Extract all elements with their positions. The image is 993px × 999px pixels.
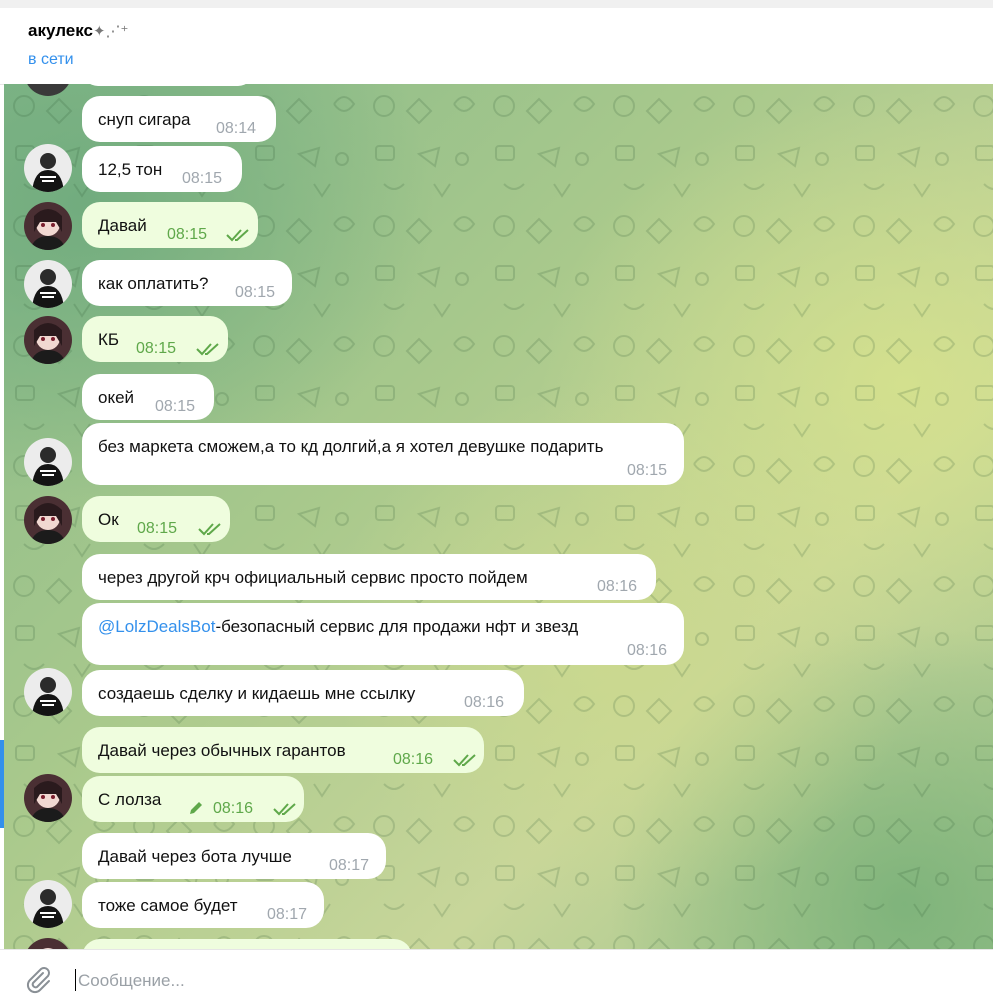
message-text: Ок bbox=[98, 510, 119, 529]
message-text: через другой крч официальный сервис прос… bbox=[98, 568, 528, 587]
outgoing-message[interactable]: Давай 08:15 bbox=[82, 202, 258, 248]
avatar[interactable] bbox=[24, 144, 72, 192]
incoming-message[interactable]: Давай через бота лучше 08:17 bbox=[82, 833, 386, 879]
message-time: 08:14 bbox=[216, 120, 257, 137]
avatar[interactable] bbox=[24, 316, 72, 364]
message-time: 08:15 bbox=[136, 340, 177, 357]
incoming-message[interactable]: @LolzDealsBot-безопасный сервис для прод… bbox=[82, 603, 684, 665]
avatar[interactable] bbox=[24, 774, 72, 822]
incoming-message[interactable]: тоже самое будет 08:17 bbox=[82, 882, 324, 928]
double-check-icon bbox=[453, 754, 476, 767]
message-text: С лолза bbox=[98, 790, 162, 809]
clipped-message-bubble bbox=[82, 939, 412, 949]
incoming-message[interactable]: снуп сигара 08:14 bbox=[82, 96, 276, 142]
message-text: @LolzDealsBot-безопасный сервис для прод… bbox=[98, 616, 578, 638]
clipped-message-bubble bbox=[82, 84, 254, 86]
message-text: Давай через бота лучше bbox=[98, 847, 292, 866]
message-time: 08:15 bbox=[167, 226, 208, 243]
left-edge-accent bbox=[0, 740, 4, 828]
message-text: без маркета сможем,а то кд долгий,а я хо… bbox=[98, 437, 604, 456]
message-time: 08:16 bbox=[627, 642, 668, 659]
message-text: Давай через обычных гарантов bbox=[98, 741, 346, 760]
incoming-message[interactable]: окей 08:15 bbox=[82, 374, 214, 420]
avatar[interactable] bbox=[24, 202, 72, 250]
double-check-icon bbox=[226, 229, 249, 242]
message-text: как оплатить? bbox=[98, 274, 209, 293]
avatar[interactable] bbox=[24, 668, 72, 716]
outgoing-message[interactable]: КБ 08:15 bbox=[82, 316, 228, 362]
mention-link[interactable]: @LolzDealsBot bbox=[98, 617, 215, 636]
outgoing-message[interactable]: Ок 08:15 bbox=[82, 496, 230, 542]
chat-header[interactable]: акулекс✦⋰⁺ в сети bbox=[0, 8, 993, 85]
outgoing-message[interactable]: Давай через обычных гарантов 08:16 bbox=[82, 727, 484, 773]
window-top-strip bbox=[0, 0, 993, 8]
message-time: 08:16 bbox=[597, 578, 638, 595]
incoming-message[interactable]: создаешь сделку и кидаешь мне ссылку 08:… bbox=[82, 670, 524, 716]
message-text: тоже самое будет bbox=[98, 896, 238, 915]
avatar[interactable] bbox=[24, 496, 72, 544]
message-text: КБ bbox=[98, 330, 120, 349]
message-text: окей bbox=[98, 388, 135, 407]
message-time: 08:15 bbox=[137, 520, 178, 537]
message-text: снуп сигара bbox=[98, 110, 191, 129]
text-caret bbox=[75, 969, 76, 991]
online-status: в сети bbox=[28, 51, 74, 68]
double-check-icon bbox=[198, 523, 221, 536]
double-check-icon bbox=[196, 343, 219, 356]
message-list[interactable]: снуп сигара 08:14 12,5 тон 08:15 Давай 0… bbox=[4, 84, 993, 949]
composer-bar bbox=[0, 949, 993, 999]
avatar[interactable] bbox=[24, 880, 72, 928]
message-text: создаешь сделку и кидаешь мне ссылку bbox=[98, 684, 416, 703]
message-time: 08:15 bbox=[235, 284, 276, 301]
message-input[interactable] bbox=[78, 970, 878, 992]
pencil-icon bbox=[190, 802, 202, 814]
message-time: 08:16 bbox=[213, 800, 254, 817]
message-text: 12,5 тон bbox=[98, 160, 163, 179]
message-time: 08:15 bbox=[627, 462, 668, 479]
message-text: Давай bbox=[98, 216, 147, 235]
message-time: 08:16 bbox=[393, 751, 434, 768]
incoming-message[interactable]: 12,5 тон 08:15 bbox=[82, 146, 242, 192]
incoming-message[interactable]: через другой крч официальный сервис прос… bbox=[82, 554, 656, 600]
avatar[interactable] bbox=[24, 438, 72, 486]
message-text-rest: -безопасный сервис для продажи нфт и зве… bbox=[215, 617, 579, 636]
chat-title-text: акулекс bbox=[28, 21, 93, 40]
avatar[interactable] bbox=[24, 260, 72, 308]
incoming-message[interactable]: как оплатить? 08:15 bbox=[82, 260, 292, 306]
paperclip-icon[interactable] bbox=[22, 964, 54, 996]
incoming-message[interactable]: без маркета сможем,а то кд долгий,а я хо… bbox=[82, 423, 684, 485]
message-time: 08:15 bbox=[182, 170, 223, 187]
message-time: 08:15 bbox=[155, 398, 196, 415]
chat-title[interactable]: акулекс✦⋰⁺ bbox=[28, 21, 128, 41]
sparkles-icon: ✦⋰⁺ bbox=[92, 23, 129, 40]
message-time: 08:17 bbox=[329, 857, 370, 874]
message-time: 08:16 bbox=[464, 694, 505, 711]
message-time: 08:17 bbox=[267, 906, 308, 923]
outgoing-message[interactable]: С лолза 08:16 bbox=[82, 776, 304, 822]
double-check-icon bbox=[273, 803, 296, 816]
